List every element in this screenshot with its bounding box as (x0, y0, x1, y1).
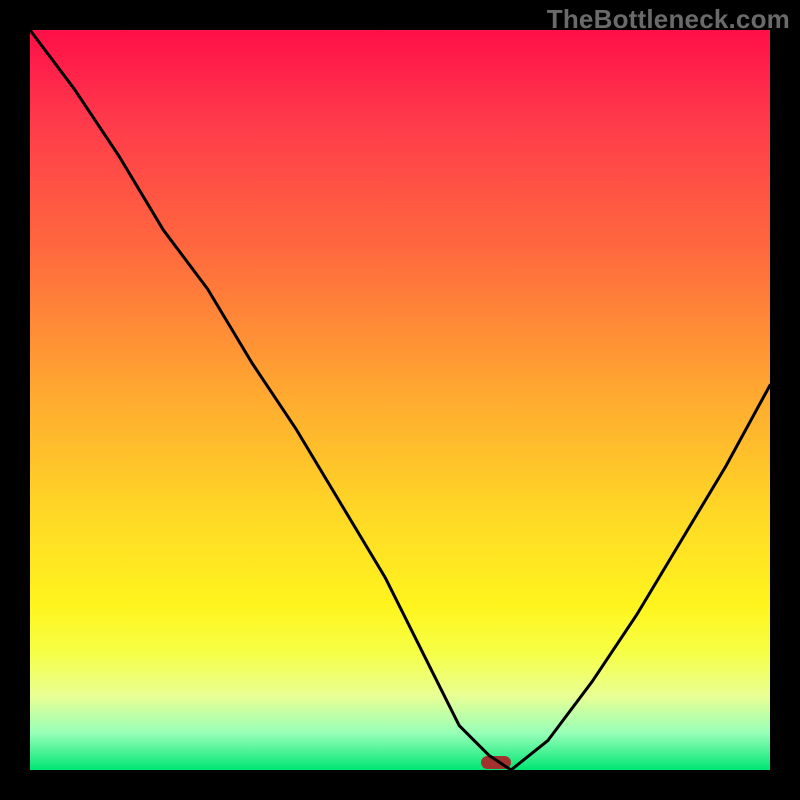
bottleneck-curve (30, 30, 770, 770)
plot-area (30, 30, 770, 770)
chart-frame: TheBottleneck.com (0, 0, 800, 800)
